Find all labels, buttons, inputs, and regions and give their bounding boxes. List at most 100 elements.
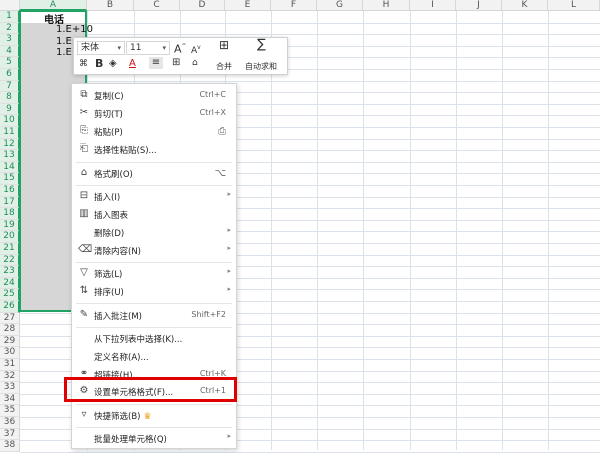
row-header-10[interactable]: 10 bbox=[0, 115, 20, 127]
column-header-b[interactable]: B bbox=[87, 0, 134, 11]
gridline-col bbox=[410, 11, 411, 450]
align-center-icon[interactable]: ≡ bbox=[149, 57, 163, 69]
row-header-37[interactable]: 37 bbox=[0, 428, 20, 441]
filter-icon: ▽ bbox=[80, 267, 88, 278]
gridline-col bbox=[502, 11, 503, 450]
row-header-27[interactable]: 27 bbox=[0, 312, 20, 325]
font-size-select[interactable]: 11 ▾ bbox=[126, 41, 170, 55]
chevron-down-icon: ▾ bbox=[162, 44, 166, 52]
row-header-13[interactable]: 13 bbox=[0, 150, 20, 162]
fill-color-icon[interactable]: ◈ bbox=[109, 58, 117, 70]
row-header-12[interactable]: 12 bbox=[0, 138, 20, 151]
shrink-font-button[interactable]: Av bbox=[191, 42, 201, 57]
border-icon[interactable]: ⊞ bbox=[172, 57, 180, 69]
menu-item-batch-process[interactable]: 批量处理单元格(Q) ▸ bbox=[72, 430, 236, 447]
row-header-4[interactable]: 4 bbox=[0, 45, 20, 58]
menu-item-cut[interactable]: ✂ 剪切(T) Ctrl+X bbox=[72, 105, 236, 122]
bold-button[interactable]: B bbox=[95, 58, 103, 70]
menu-item-quick-filter[interactable]: ▿ 快捷筛选(B) ♛ bbox=[72, 407, 236, 424]
column-header-i[interactable]: I bbox=[410, 0, 456, 11]
menu-item-insert[interactable]: ⊟ 插入(I) ▸ bbox=[72, 188, 236, 205]
menu-item-pick-from-list[interactable]: 从下拉列表中选择(K)... bbox=[72, 330, 236, 347]
row-header-3[interactable]: 3 bbox=[0, 34, 20, 46]
row-header-11[interactable]: 11 bbox=[0, 127, 20, 139]
column-header-g[interactable]: G bbox=[317, 0, 363, 11]
menu-item-format-painter[interactable]: ⌂ 格式刷(O) ⌥ bbox=[72, 165, 236, 182]
merge-icon[interactable]: ⊞ bbox=[219, 39, 229, 51]
column-header-h[interactable]: H bbox=[363, 0, 410, 11]
row-header-28[interactable]: 28 bbox=[0, 324, 20, 336]
column-header-k[interactable]: K bbox=[502, 0, 548, 11]
row-header-9[interactable]: 9 bbox=[0, 103, 20, 116]
row-header-20[interactable]: 20 bbox=[0, 231, 20, 243]
column-header-c[interactable]: C bbox=[134, 0, 180, 11]
row-header-2[interactable]: 2 bbox=[0, 22, 20, 35]
row-header-17[interactable]: 17 bbox=[0, 196, 20, 209]
menu-item-clear[interactable]: ⌫ 清除内容(N) ▸ bbox=[72, 242, 236, 259]
row-header-18[interactable]: 18 bbox=[0, 208, 20, 220]
row-header-6[interactable]: 6 bbox=[0, 69, 20, 81]
row-header-25[interactable]: 25 bbox=[0, 289, 20, 301]
brush-icon[interactable]: ⌘ bbox=[79, 58, 88, 70]
row-header-14[interactable]: 14 bbox=[0, 161, 20, 174]
font-name-select[interactable]: 宋体 ▾ bbox=[77, 41, 125, 55]
menu-item-shortcut: Ctrl+C bbox=[199, 90, 226, 99]
grow-font-button[interactable]: A^ bbox=[174, 41, 187, 56]
menu-item-label: 插入图表 bbox=[94, 211, 129, 221]
column-header-f[interactable]: F bbox=[271, 0, 317, 11]
autosum-label[interactable]: 自动求和 bbox=[245, 61, 277, 72]
column-header-l[interactable]: L bbox=[548, 0, 600, 11]
row-header-31[interactable]: 31 bbox=[0, 359, 20, 371]
row-header-22[interactable]: 22 bbox=[0, 254, 20, 267]
row-header-23[interactable]: 23 bbox=[0, 266, 20, 278]
menu-separator bbox=[76, 185, 232, 186]
format-painter-side-icon[interactable]: ⌥ bbox=[214, 168, 226, 179]
row-header-33[interactable]: 33 bbox=[0, 382, 20, 394]
eraser-icon[interactable]: ⌂ bbox=[192, 57, 198, 69]
menu-item-label: 剪切(T) bbox=[94, 110, 123, 120]
paste-options-icon[interactable]: ⎙ bbox=[218, 126, 226, 137]
menu-item-define-name[interactable]: 定义名称(A)... bbox=[72, 348, 236, 365]
submenu-arrow-icon: ▸ bbox=[227, 267, 231, 275]
row-header-16[interactable]: 16 bbox=[0, 185, 20, 197]
column-header-d[interactable]: D bbox=[180, 0, 225, 11]
paste-icon: ⎘ bbox=[80, 125, 88, 136]
menu-item-delete[interactable]: 删除(D) ▸ bbox=[72, 224, 236, 241]
menu-item-filter[interactable]: ▽ 筛选(L) ▸ bbox=[72, 265, 236, 282]
row-header-5[interactable]: 5 bbox=[0, 57, 20, 69]
column-header-e[interactable]: E bbox=[225, 0, 271, 11]
row-header-15[interactable]: 15 bbox=[0, 173, 20, 185]
autosum-icon[interactable]: ∑ bbox=[257, 38, 266, 51]
comment-icon: ✎ bbox=[79, 309, 89, 320]
row-header-24[interactable]: 24 bbox=[0, 277, 20, 290]
menu-item-paste-special[interactable]: ⎗ 选择性粘贴(S)... bbox=[72, 141, 236, 158]
row-header-21[interactable]: 21 bbox=[0, 243, 20, 255]
row-header-1[interactable]: 1 bbox=[0, 11, 20, 23]
font-color-button[interactable]: A bbox=[129, 58, 136, 70]
select-all-corner[interactable] bbox=[0, 0, 20, 11]
row-header-32[interactable]: 32 bbox=[0, 370, 20, 383]
menu-item-insert-chart[interactable]: ▥ 插入图表 bbox=[72, 206, 236, 223]
gridline-col bbox=[363, 11, 364, 450]
menu-item-paste[interactable]: ⎘ 粘贴(P) ⎙ bbox=[72, 123, 236, 140]
row-header-38[interactable]: 38 bbox=[0, 440, 20, 452]
row-header-7[interactable]: 7 bbox=[0, 80, 20, 93]
menu-item-sort[interactable]: ⇅ 排序(U) ▸ bbox=[72, 283, 236, 300]
quick-filter-text: 快捷筛选(B) bbox=[94, 412, 141, 422]
menu-separator bbox=[76, 162, 232, 163]
menu-item-insert-comment[interactable]: ✎ 插入批注(M) Shift+F2 bbox=[72, 307, 236, 324]
row-header-19[interactable]: 19 bbox=[0, 219, 20, 232]
row-header-26[interactable]: 26 bbox=[0, 301, 20, 313]
column-header-j[interactable]: J bbox=[456, 0, 502, 11]
chart-icon: ▥ bbox=[79, 208, 89, 219]
cell-a2[interactable]: 1.E+10 bbox=[56, 24, 93, 35]
row-header-8[interactable]: 8 bbox=[0, 92, 20, 104]
row-header-35[interactable]: 35 bbox=[0, 405, 20, 417]
row-header-34[interactable]: 34 bbox=[0, 393, 20, 406]
row-header-30[interactable]: 30 bbox=[0, 347, 20, 359]
menu-item-label: 删除(D) bbox=[94, 229, 125, 239]
row-header-29[interactable]: 29 bbox=[0, 335, 20, 348]
menu-item-copy[interactable]: ⧉ 复制(C) Ctrl+C bbox=[72, 87, 236, 104]
row-header-36[interactable]: 36 bbox=[0, 417, 20, 429]
merge-label[interactable]: 合并 bbox=[216, 61, 232, 72]
